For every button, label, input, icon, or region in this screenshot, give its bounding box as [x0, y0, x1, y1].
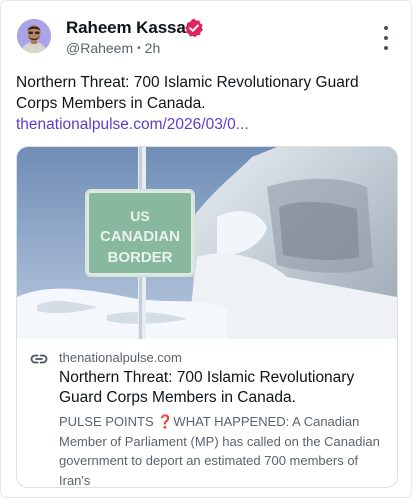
avatar[interactable]	[17, 19, 51, 53]
verified-badge-icon	[184, 18, 204, 38]
author-meta: @Raheem • 2h	[66, 40, 160, 56]
link-preview-card[interactable]: US CANADIAN BORDER thenationalpulse.com …	[16, 146, 398, 488]
more-vertical-icon[interactable]	[378, 26, 394, 50]
post-link[interactable]: thenationalpulse.com/2026/03/0...	[16, 116, 249, 133]
author-handle[interactable]: @Raheem	[66, 40, 133, 56]
sign-line-1: US	[130, 208, 149, 224]
link-icon	[30, 352, 48, 366]
meta-separator: •	[137, 42, 141, 54]
sign-line-3: BORDER	[107, 249, 172, 266]
post: Raheem Kassam @Raheem • 2h Northern Thre…	[0, 0, 414, 500]
post-time[interactable]: 2h	[145, 40, 161, 56]
post-text: Northern Threat: 700 Islamic Revolutiona…	[16, 72, 396, 135]
post-body: Northern Threat: 700 Islamic Revolutiona…	[16, 74, 359, 112]
link-description: PULSE POINTS ❓WHAT HAPPENED: A Canadian …	[59, 414, 380, 488]
link-domain: thenationalpulse.com	[59, 350, 182, 365]
sign-line-2: CANADIAN	[100, 228, 180, 245]
link-title: Northern Threat: 700 Islamic Revolutiona…	[59, 369, 355, 406]
author-name[interactable]: Raheem Kassam	[66, 18, 201, 38]
link-preview-image[interactable]: US CANADIAN BORDER	[17, 147, 397, 339]
